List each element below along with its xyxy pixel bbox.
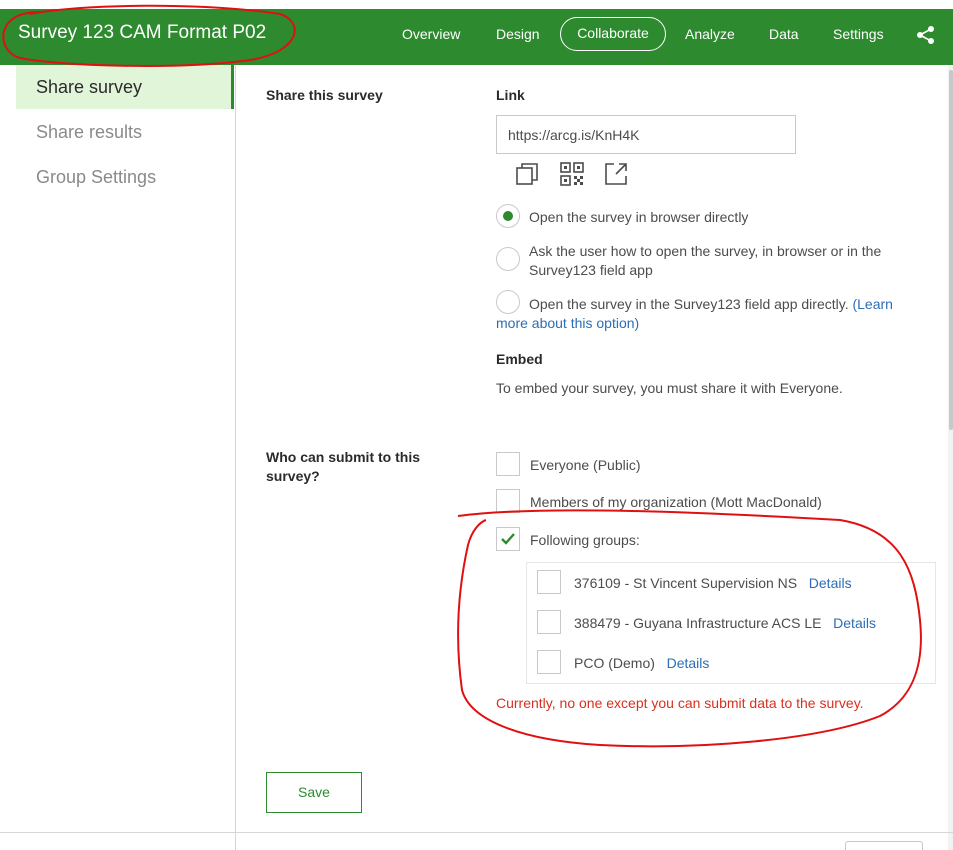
survey-link-field[interactable] <box>496 115 796 154</box>
share-section-title: Share this survey <box>266 87 383 103</box>
checkbox-group-388479[interactable] <box>537 610 561 634</box>
group-name-388479: 388479 - Guyana Infrastructure ACS LE De… <box>574 615 876 631</box>
copy-icon[interactable] <box>514 161 540 187</box>
save-button[interactable]: Save <box>266 772 362 813</box>
group-name-text: PCO (Demo) <box>574 655 655 671</box>
submit-heading-line2: survey? <box>266 468 320 484</box>
checkbox-everyone[interactable] <box>496 452 520 476</box>
scrollbar-thumb[interactable] <box>949 70 953 430</box>
radio-ask-user-label-line1: Ask the user how to open the survey, in … <box>529 243 882 259</box>
open-external-icon[interactable] <box>603 161 629 187</box>
submit-warning-message: Currently, no one except you can submit … <box>496 695 864 711</box>
radio-open-in-browser-label: Open the survey in browser directly <box>529 209 749 225</box>
tab-data[interactable]: Data <box>769 9 799 65</box>
footer-button-edge[interactable] <box>845 841 923 850</box>
radio-ask-user-label-line2: Survey123 field app <box>529 262 653 278</box>
qr-code-icon[interactable] <box>559 161 585 187</box>
survey-title: Survey 123 CAM Format P02 <box>18 22 267 43</box>
radio-open-in-field-app-text: Open the survey in the Survey123 field a… <box>529 296 849 312</box>
radio-open-in-field-app-label: Open the survey in the Survey123 field a… <box>529 296 893 312</box>
checkbox-group-376109[interactable] <box>537 570 561 594</box>
share-icon[interactable] <box>915 24 937 46</box>
group-name-text: 376109 - St Vincent Supervision NS <box>574 575 798 591</box>
tab-overview[interactable]: Overview <box>402 9 460 65</box>
radio-open-in-field-app[interactable] <box>496 290 520 314</box>
check-icon <box>501 533 515 545</box>
submit-heading-line1: Who can submit to this <box>266 449 420 465</box>
footer-divider <box>0 832 953 833</box>
radio-ask-user[interactable] <box>496 247 520 271</box>
sidebar-item-group-settings[interactable]: Group Settings <box>16 155 234 199</box>
group-name-376109: 376109 - St Vincent Supervision NS Detai… <box>574 575 852 591</box>
group-name-text: 388479 - Guyana Infrastructure ACS LE <box>574 615 822 631</box>
tab-settings[interactable]: Settings <box>833 9 884 65</box>
checkbox-organization[interactable] <box>496 489 520 513</box>
group-details-link[interactable]: Details <box>667 655 710 671</box>
radio-open-in-browser[interactable] <box>496 204 520 228</box>
group-details-link[interactable]: Details <box>809 575 852 591</box>
learn-more-link[interactable]: (Learn <box>852 296 892 312</box>
tab-collaborate[interactable]: Collaborate <box>560 17 666 51</box>
top-header-bar: Survey 123 CAM Format P02 Overview Desig… <box>0 9 953 65</box>
group-name-pco-demo: PCO (Demo) Details <box>574 655 709 671</box>
embed-heading: Embed <box>496 351 543 367</box>
link-heading: Link <box>496 87 525 103</box>
checkbox-following-groups[interactable] <box>496 527 520 551</box>
tab-design[interactable]: Design <box>496 9 540 65</box>
checkbox-following-groups-label: Following groups: <box>530 532 640 548</box>
learn-more-link-continued[interactable]: more about this option) <box>496 315 639 331</box>
checkbox-group-pco-demo[interactable] <box>537 650 561 674</box>
tab-analyze[interactable]: Analyze <box>685 9 735 65</box>
sidebar-item-share-survey[interactable]: Share survey <box>16 65 234 109</box>
checkbox-organization-label: Members of my organization (Mott MacDona… <box>530 494 822 510</box>
sidebar: Share survey Share results Group Setting… <box>0 65 236 850</box>
checkbox-everyone-label: Everyone (Public) <box>530 457 641 473</box>
embed-text: To embed your survey, you must share it … <box>496 380 843 396</box>
group-details-link[interactable]: Details <box>833 615 876 631</box>
sidebar-item-share-results[interactable]: Share results <box>16 110 234 154</box>
